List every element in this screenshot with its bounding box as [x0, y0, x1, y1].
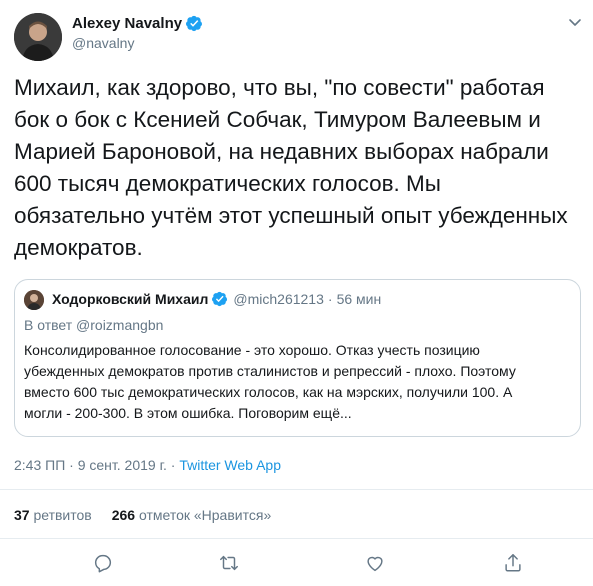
retweets-label: ретвитов: [33, 507, 92, 523]
reply-to-handle[interactable]: @roizmangbn: [76, 317, 163, 333]
likes-count: 266: [111, 507, 136, 523]
quoted-author-avatar[interactable]: [24, 290, 44, 310]
share-button[interactable]: [502, 552, 524, 574]
verified-badge-icon: [212, 291, 228, 307]
tweet-stats: 37 ретвитов 266 отметок «Нравится»: [14, 507, 291, 523]
share-icon: [505, 554, 521, 572]
tweet-meta: 2:43 ПП · 9 сент. 2019 г. · Twitter Web …: [14, 457, 281, 473]
reply-icon: [94, 554, 112, 573]
quoted-timestamp[interactable]: 56 мин: [337, 291, 382, 307]
tweet-text: Михаил, как здорово, что вы, "по совести…: [14, 75, 568, 260]
quoted-header: Ходорковский Михаил @mich261213 · 56 мин: [52, 291, 381, 307]
quoted-author-name[interactable]: Ходорковский Михаил: [52, 291, 208, 307]
like-button[interactable]: [364, 552, 386, 574]
retweet-button[interactable]: [218, 552, 240, 574]
tweet-source-app[interactable]: Twitter Web App: [179, 457, 281, 473]
retweet-icon: [220, 555, 238, 571]
reply-prefix: В ответ: [24, 317, 77, 333]
tweet-card: Alexey Navalny @navalny Михаил, как здор…: [0, 0, 593, 586]
chevron-down-icon[interactable]: [567, 14, 583, 30]
retweets-stat[interactable]: 37 ретвитов: [14, 507, 92, 523]
author-name[interactable]: Alexey Navalny: [72, 15, 182, 32]
author-handle[interactable]: @navalny: [72, 35, 134, 51]
tweet-datetime[interactable]: 2:43 ПП · 9 сент. 2019 г. ·: [14, 457, 179, 473]
separator-dot: ·: [327, 291, 333, 307]
verified-badge-icon: [186, 15, 203, 32]
divider: [0, 489, 593, 490]
quoted-author-handle[interactable]: @mich261213: [233, 291, 324, 307]
reply-button[interactable]: [92, 552, 114, 574]
divider: [0, 538, 593, 539]
likes-label: отметок «Нравится»: [138, 507, 272, 523]
heart-icon: [367, 556, 383, 572]
retweets-count: 37: [14, 507, 30, 523]
quoted-tweet-text: Консолидированное голосование - это хоро…: [24, 342, 516, 421]
author-name-row[interactable]: Alexey Navalny: [72, 15, 203, 32]
quoted-reply-context: В ответ @roizmangbn: [24, 317, 163, 333]
author-avatar[interactable]: [14, 13, 62, 61]
likes-stat[interactable]: 266 отметок «Нравится»: [112, 507, 272, 523]
quoted-tweet[interactable]: Ходорковский Михаил @mich261213 · 56 мин…: [14, 279, 581, 437]
